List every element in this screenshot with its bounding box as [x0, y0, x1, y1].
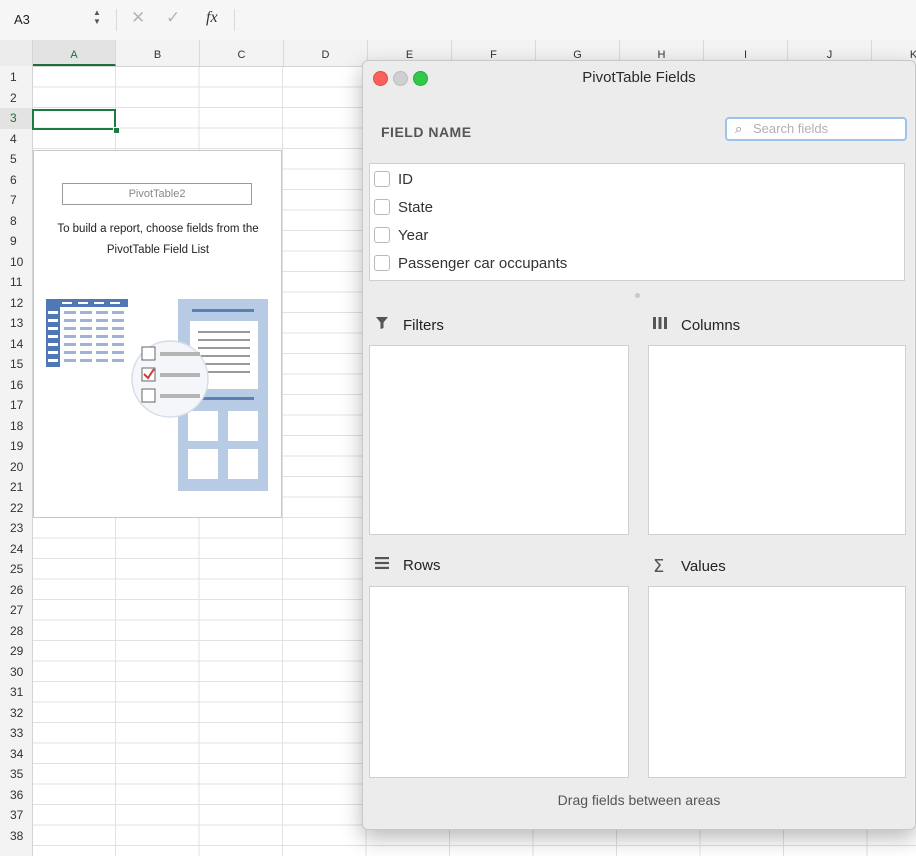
row-header[interactable]: 32: [0, 703, 32, 724]
row-header[interactable]: 35: [0, 764, 32, 785]
row-header[interactable]: 16: [0, 375, 32, 396]
field-item-id[interactable]: ID: [374, 168, 413, 190]
pivot-table-placeholder[interactable]: PivotTable2 To build a report, choose fi…: [33, 150, 282, 518]
row-header[interactable]: 24: [0, 539, 32, 560]
row-header[interactable]: 38: [0, 826, 32, 847]
field-item-passenger-car-occupants[interactable]: Passenger car occupants: [374, 252, 567, 274]
row-header[interactable]: 25: [0, 559, 32, 580]
active-cell[interactable]: [32, 109, 116, 130]
row-header[interactable]: 27: [0, 600, 32, 621]
search-icon: ⌕: [735, 121, 743, 136]
row-header[interactable]: 37: [0, 805, 32, 826]
rows-area-label: Rows: [375, 556, 441, 574]
row-header[interactable]: 14: [0, 334, 32, 355]
row-header[interactable]: 19: [0, 436, 32, 457]
panel-footer-hint: Drag fields between areas: [557, 792, 721, 808]
panel-splitter-handle[interactable]: [635, 293, 640, 298]
columns-drop-zone[interactable]: [648, 345, 906, 535]
row-header[interactable]: 34: [0, 744, 32, 765]
row-header[interactable]: 9: [0, 231, 32, 252]
field-label: State: [398, 198, 434, 216]
field-checkbox[interactable]: [374, 255, 390, 271]
field-name-header: FIELD NAME: [381, 124, 472, 140]
rows-label: Rows: [403, 556, 441, 574]
row-header[interactable]: 10: [0, 252, 32, 273]
row-header[interactable]: 31: [0, 682, 32, 703]
fill-handle[interactable]: [113, 127, 120, 134]
sigma-icon: Σ: [653, 556, 665, 577]
filter-funnel-icon: [375, 316, 397, 335]
row-header[interactable]: 28: [0, 621, 32, 642]
field-checkbox[interactable]: [374, 199, 390, 215]
row-header[interactable]: 17: [0, 395, 32, 416]
filters-label: Filters: [403, 317, 444, 334]
field-checkbox[interactable]: [374, 227, 390, 243]
divider: [116, 9, 117, 31]
row-header[interactable]: 20: [0, 457, 32, 478]
row-header[interactable]: 26: [0, 580, 32, 601]
row-header[interactable]: 11: [0, 272, 32, 293]
formula-input[interactable]: [244, 8, 904, 32]
formula-bar: A3 ▲ ▼ ✕ ✓ fx: [0, 0, 916, 41]
row-header[interactable]: 18: [0, 416, 32, 437]
row-header[interactable]: 13: [0, 313, 32, 334]
pivot-table-name: PivotTable2: [62, 183, 252, 205]
panel-title: PivotTable Fields: [582, 69, 696, 86]
insert-function-icon[interactable]: fx: [206, 9, 218, 27]
columns-icon: [653, 316, 675, 334]
row-header[interactable]: 21: [0, 477, 32, 498]
row-header[interactable]: 30: [0, 662, 32, 683]
values-drop-zone[interactable]: [648, 586, 906, 778]
column-header[interactable]: B: [116, 40, 200, 66]
values-label: Values: [681, 558, 726, 575]
column-header[interactable]: D: [284, 40, 368, 66]
row-header[interactable]: 33: [0, 723, 32, 744]
row-header[interactable]: 15: [0, 354, 32, 375]
row-header[interactable]: 36: [0, 785, 32, 806]
divider: [234, 9, 235, 31]
search-fields-input[interactable]: [753, 121, 903, 136]
search-box[interactable]: ⌕: [725, 117, 907, 141]
row-header[interactable]: 2: [0, 88, 32, 109]
row-header[interactable]: 22: [0, 498, 32, 519]
column-header[interactable]: A: [33, 40, 116, 66]
row-header[interactable]: 29: [0, 641, 32, 662]
cancel-icon[interactable]: ✕: [131, 8, 145, 28]
row-header[interactable]: 3: [0, 108, 32, 129]
values-area-label: Σ Values: [653, 556, 726, 577]
row-header[interactable]: 8: [0, 211, 32, 232]
field-item-year[interactable]: Year: [374, 224, 428, 246]
rows-drop-zone[interactable]: [369, 586, 629, 778]
row-header[interactable]: 4: [0, 129, 32, 150]
row-header[interactable]: 12: [0, 293, 32, 314]
name-box-stepper-icon[interactable]: ▲ ▼: [92, 8, 102, 30]
field-checkbox[interactable]: [374, 171, 390, 187]
pivot-table-illustration-icon: [46, 299, 268, 491]
row-header[interactable]: 1: [0, 67, 32, 88]
enter-check-icon[interactable]: ✓: [166, 8, 180, 28]
row-header[interactable]: 7: [0, 190, 32, 211]
filters-area-label: Filters: [375, 316, 444, 335]
row-header[interactable]: 6: [0, 170, 32, 191]
columns-label: Columns: [681, 316, 741, 334]
row-header[interactable]: 23: [0, 518, 32, 539]
row-header[interactable]: 5: [0, 149, 32, 170]
rows-icon: [375, 556, 397, 574]
select-all-corner[interactable]: [0, 40, 33, 66]
panel-titlebar[interactable]: PivotTable Fields: [363, 61, 915, 93]
field-list: ID State Year Passenger car occupants: [369, 163, 905, 281]
field-label: Year: [398, 226, 429, 244]
pivot-help-text: To build a report, choose fields from th…: [57, 223, 259, 256]
pivot-table-fields-panel[interactable]: PivotTable Fields FIELD NAME ⌕ ID State …: [362, 60, 916, 830]
field-label: ID: [398, 170, 413, 188]
field-label: Passenger car occupants: [398, 254, 568, 272]
column-header[interactable]: C: [200, 40, 284, 66]
field-item-state[interactable]: State: [374, 196, 433, 218]
columns-area-label: Columns: [653, 316, 740, 334]
row-header-column: 1 2 3 4 5 6 7 8 9 10 11 12 13 14 15 16 17 18 19 20 21 22 23 24 2…: [0, 66, 33, 856]
name-box[interactable]: A3: [14, 12, 30, 27]
filters-drop-zone[interactable]: [369, 345, 629, 535]
